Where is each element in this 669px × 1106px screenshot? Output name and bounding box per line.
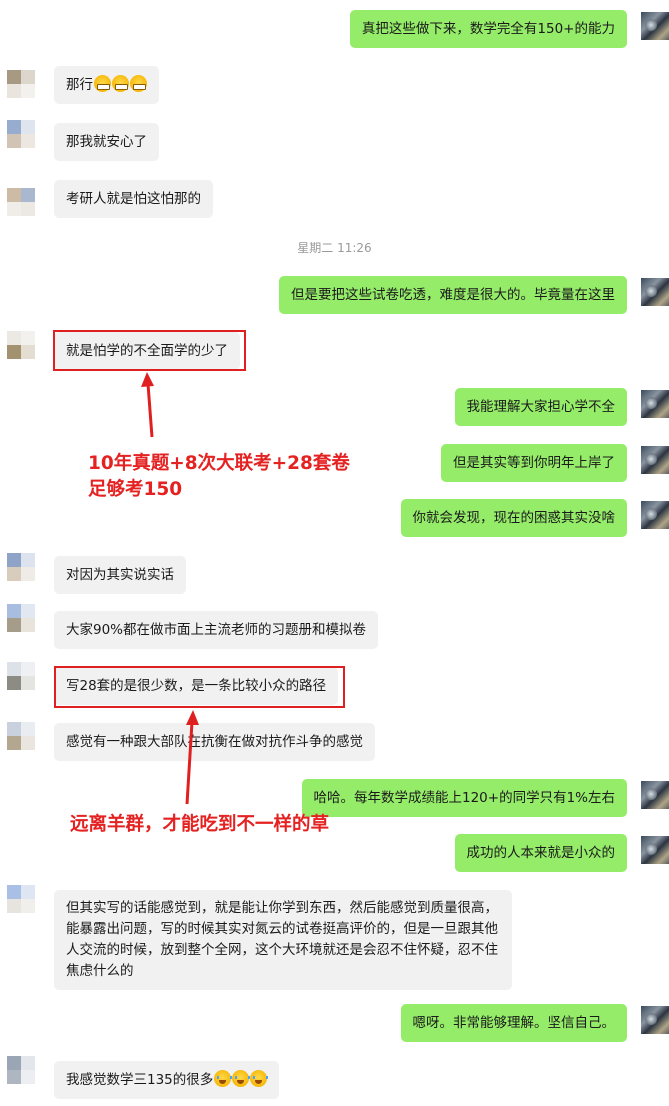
arrow-up-icon [185,710,199,805]
annotation-arrows [141,372,199,805]
arrow-up-icon [141,372,154,438]
chat-window: 真把这些做下来，数学完全有150+的能力 那行 那我就安心了 考研人就是怕这怕那… [0,0,669,1106]
